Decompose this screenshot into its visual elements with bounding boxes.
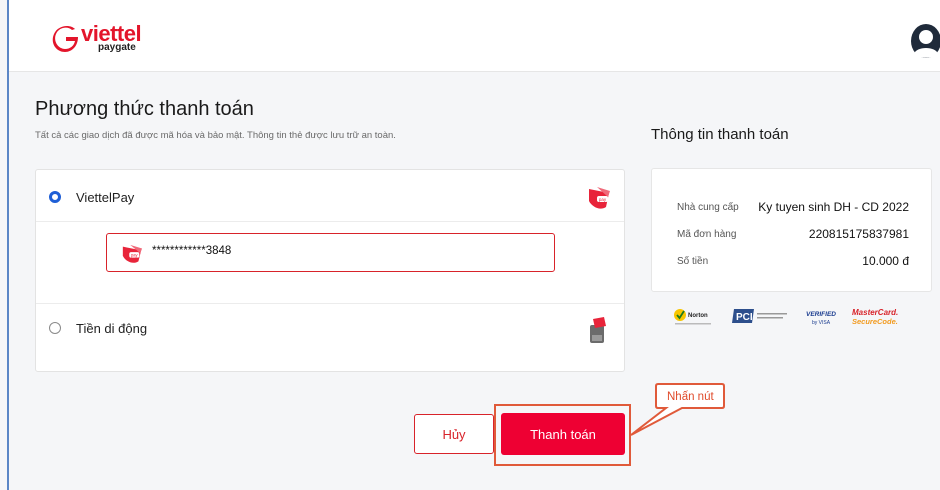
mobile-money-label: Tiền di động xyxy=(76,321,148,336)
viettel-logo-icon xyxy=(52,26,78,52)
saved-card-select[interactable]: pay ************3848 xyxy=(106,233,555,272)
svg-text:MasterCard.: MasterCard. xyxy=(852,308,898,317)
info-row-provider: Nhà cung cấp Ky tuyen sinh DH - CD 2022 xyxy=(677,200,909,218)
svg-text:VERIFIED: VERIFIED xyxy=(806,311,836,318)
svg-text:pay: pay xyxy=(599,197,607,202)
viettelpay-label: ViettelPay xyxy=(76,190,135,205)
info-row-order-id: Mã đơn hàng 220815175837981 xyxy=(677,227,909,245)
order-id-value: 220815175837981 xyxy=(808,227,909,241)
viettelpay-icon: pay xyxy=(589,187,610,209)
payment-info-card: Nhà cung cấp Ky tuyen sinh DH - CD 2022 … xyxy=(651,168,932,292)
top-header: viettel paygate xyxy=(9,0,940,72)
payment-methods-card: ViettelPay pay pay ************3848 Tiền… xyxy=(35,169,625,372)
mobile-money-radio[interactable] xyxy=(49,322,61,334)
mobile-money-icon xyxy=(590,317,606,343)
page-subtitle: Tất cả các giao dịch đã được mã hóa và b… xyxy=(35,130,396,141)
page-title: Phương thức thanh toán xyxy=(35,98,254,120)
info-row-amount: Số tiền 10.000 đ xyxy=(677,254,909,272)
svg-text:by VISA: by VISA xyxy=(812,320,831,326)
mastercard-securecode-icon: MasterCard. SecureCode. xyxy=(852,308,898,326)
viettelpay-radio[interactable] xyxy=(49,191,61,203)
payment-info-title: Thông tin thanh toán xyxy=(651,126,789,143)
pci-badge-icon: PCI xyxy=(732,309,787,323)
viettel-paygate-logo[interactable]: viettel paygate xyxy=(52,23,142,53)
amount-value: 10.000 đ xyxy=(862,254,909,268)
norton-text: Norton xyxy=(688,313,708,319)
card-number-text: ************3848 xyxy=(152,245,232,257)
cancel-button[interactable]: Hủy xyxy=(414,414,494,454)
method-divider xyxy=(36,221,624,222)
amount-key: Số tiền xyxy=(677,256,709,267)
svg-text:SecureCode.: SecureCode. xyxy=(852,317,898,326)
callout-text: Nhấn nút xyxy=(667,391,714,403)
security-badges: Norton PCI VERIFIED by VISA MasterCard. … xyxy=(672,305,912,331)
logo-paygate-text: paygate xyxy=(98,42,136,53)
svg-text:pay: pay xyxy=(131,253,139,258)
norton-badge-icon: Norton xyxy=(674,309,711,325)
user-avatar-icon[interactable] xyxy=(911,24,940,58)
provider-value: Ky tuyen sinh DH - CD 2022 xyxy=(758,200,909,214)
provider-key: Nhà cung cấp xyxy=(677,202,739,213)
verified-by-visa-icon: VERIFIED by VISA xyxy=(806,311,836,326)
method-divider xyxy=(36,303,624,304)
viettelpay-card-icon: pay xyxy=(122,244,143,263)
pci-text: PCI xyxy=(736,312,753,323)
order-id-key: Mã đơn hàng xyxy=(677,229,737,240)
